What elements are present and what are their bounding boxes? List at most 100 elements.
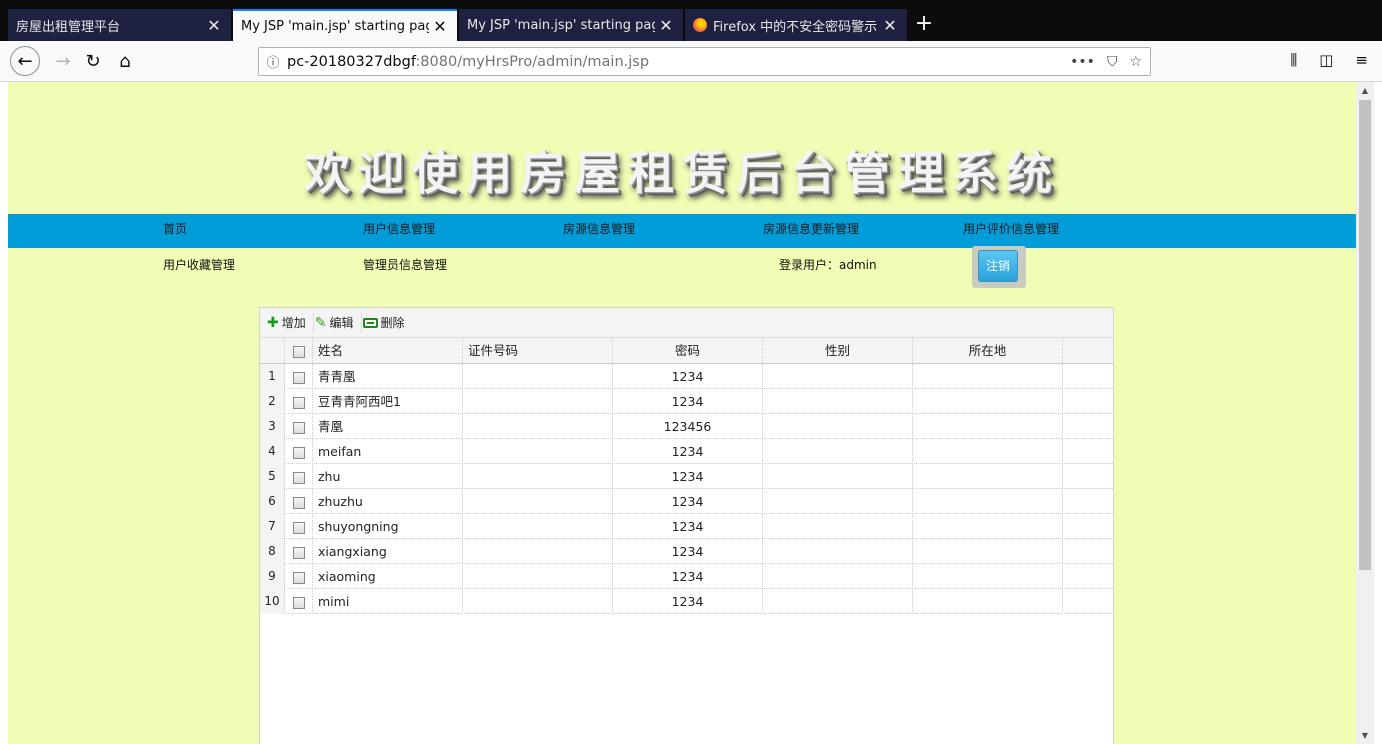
cell-gender[interactable] <box>763 539 913 564</box>
cell-gender[interactable] <box>763 389 913 414</box>
add-button[interactable]: ✚ 增加 <box>266 312 314 333</box>
row-checkbox[interactable] <box>292 396 305 409</box>
cell-id-number[interactable] <box>463 539 613 564</box>
cell-gender[interactable] <box>763 439 913 464</box>
tab-rental-platform[interactable]: 房屋出租管理平台 ✕ <box>8 9 231 41</box>
cell-password[interactable]: 1234 <box>613 489 763 514</box>
table-row[interactable]: 5 zhu 1234 <box>260 464 1113 489</box>
home-icon[interactable]: ⌂ <box>110 46 140 76</box>
cell-name[interactable]: zhu <box>313 464 463 489</box>
cell-id-number[interactable] <box>463 439 613 464</box>
cell-location[interactable] <box>913 414 1063 439</box>
cell-id-number[interactable] <box>463 364 613 389</box>
menu-admin-info[interactable]: 管理员信息管理 <box>363 256 447 273</box>
info-icon[interactable]: ⓘ <box>259 52 287 71</box>
cell-name[interactable]: shuyongning <box>313 514 463 539</box>
cell-location[interactable] <box>913 514 1063 539</box>
cell-name[interactable]: meifan <box>313 439 463 464</box>
cell-name[interactable]: mimi <box>313 589 463 614</box>
scroll-up-icon[interactable]: ▲ <box>1356 86 1374 95</box>
cell-name[interactable]: 豆青青阿西吧1 <box>313 389 463 414</box>
row-checkbox[interactable] <box>292 471 305 484</box>
table-row[interactable]: 8 xiangxiang 1234 <box>260 539 1113 564</box>
header-id-number[interactable]: 证件号码 <box>463 338 613 363</box>
header-checkbox-cell[interactable] <box>285 338 313 363</box>
row-checkbox-cell[interactable] <box>285 514 313 539</box>
cell-location[interactable] <box>913 464 1063 489</box>
cell-gender[interactable] <box>763 564 913 589</box>
cell-password[interactable]: 1234 <box>613 564 763 589</box>
cell-location[interactable] <box>913 389 1063 414</box>
menu-house-update[interactable]: 房源信息更新管理 <box>763 214 859 248</box>
cell-name[interactable]: xiangxiang <box>313 539 463 564</box>
edit-button[interactable]: ✎ 编辑 <box>314 312 362 333</box>
sidebar-icon[interactable]: ◫ <box>1319 51 1333 69</box>
cell-password[interactable]: 1234 <box>613 514 763 539</box>
table-row[interactable]: 9 xiaoming 1234 <box>260 564 1113 589</box>
cell-gender[interactable] <box>763 589 913 614</box>
scroll-down-icon[interactable]: ▼ <box>1356 731 1374 740</box>
header-password[interactable]: 密码 <box>613 338 763 363</box>
row-checkbox[interactable] <box>292 546 305 559</box>
row-checkbox-cell[interactable] <box>285 464 313 489</box>
cell-id-number[interactable] <box>463 389 613 414</box>
row-checkbox[interactable] <box>292 521 305 534</box>
cell-id-number[interactable] <box>463 414 613 439</box>
page-scrollbar[interactable]: ▲ ▼ <box>1356 82 1374 744</box>
row-checkbox[interactable] <box>292 496 305 509</box>
menu-user-review[interactable]: 用户评价信息管理 <box>963 214 1059 248</box>
menu-house-info[interactable]: 房源信息管理 <box>563 214 635 248</box>
table-row[interactable]: 2 豆青青阿西吧1 1234 <box>260 389 1113 414</box>
cell-id-number[interactable] <box>463 464 613 489</box>
cell-location[interactable] <box>913 439 1063 464</box>
cell-id-number[interactable] <box>463 489 613 514</box>
cell-name[interactable]: xiaoming <box>313 564 463 589</box>
menu-home[interactable]: 首页 <box>163 214 187 248</box>
row-checkbox[interactable] <box>292 371 305 384</box>
cell-location[interactable] <box>913 539 1063 564</box>
cell-password[interactable]: 1234 <box>613 389 763 414</box>
reload-icon[interactable]: ↻ <box>78 46 108 76</box>
row-checkbox[interactable] <box>292 571 305 584</box>
cell-gender[interactable] <box>763 364 913 389</box>
tab-main-jsp[interactable]: My JSP 'main.jsp' starting page ✕ <box>459 9 683 41</box>
row-checkbox-cell[interactable] <box>285 539 313 564</box>
row-checkbox-cell[interactable] <box>285 414 313 439</box>
row-checkbox-cell[interactable] <box>285 589 313 614</box>
new-tab-icon[interactable]: + <box>912 10 936 38</box>
header-location[interactable]: 所在地 <box>913 338 1063 363</box>
forward-icon[interactable]: → <box>48 46 78 76</box>
table-row[interactable]: 6 zhuzhu 1234 <box>260 489 1113 514</box>
cell-gender[interactable] <box>763 514 913 539</box>
menu-user-info[interactable]: 用户信息管理 <box>363 214 435 248</box>
page-actions-icon[interactable]: ••• <box>1070 54 1095 70</box>
header-gender[interactable]: 性别 <box>763 338 913 363</box>
row-checkbox-cell[interactable] <box>285 364 313 389</box>
cell-gender[interactable] <box>763 464 913 489</box>
cell-name[interactable]: 青凰 <box>313 414 463 439</box>
cell-password[interactable]: 123456 <box>613 414 763 439</box>
cell-id-number[interactable] <box>463 564 613 589</box>
cell-location[interactable] <box>913 589 1063 614</box>
cell-password[interactable]: 1234 <box>613 464 763 489</box>
cell-gender[interactable] <box>763 489 913 514</box>
select-all-checkbox[interactable] <box>292 345 305 358</box>
row-checkbox[interactable] <box>292 596 305 609</box>
close-icon[interactable]: ✕ <box>879 16 901 35</box>
logout-button[interactable]: 注销 <box>978 250 1018 282</box>
cell-name[interactable]: 青青凰 <box>313 364 463 389</box>
bookmark-star-icon[interactable]: ☆ <box>1129 54 1142 70</box>
table-row[interactable]: 4 meifan 1234 <box>260 439 1113 464</box>
row-checkbox-cell[interactable] <box>285 389 313 414</box>
back-icon[interactable]: ← <box>10 46 40 76</box>
cell-gender[interactable] <box>763 414 913 439</box>
cell-location[interactable] <box>913 364 1063 389</box>
cell-password[interactable]: 1234 <box>613 589 763 614</box>
row-checkbox-cell[interactable] <box>285 489 313 514</box>
library-icon[interactable]: ⫼ <box>1290 51 1297 69</box>
menu-user-favorites[interactable]: 用户收藏管理 <box>163 256 235 273</box>
row-checkbox[interactable] <box>292 421 305 434</box>
table-row[interactable]: 10 mimi 1234 <box>260 589 1113 614</box>
close-icon[interactable]: ✕ <box>203 16 225 35</box>
table-row[interactable]: 1 青青凰 1234 <box>260 364 1113 389</box>
